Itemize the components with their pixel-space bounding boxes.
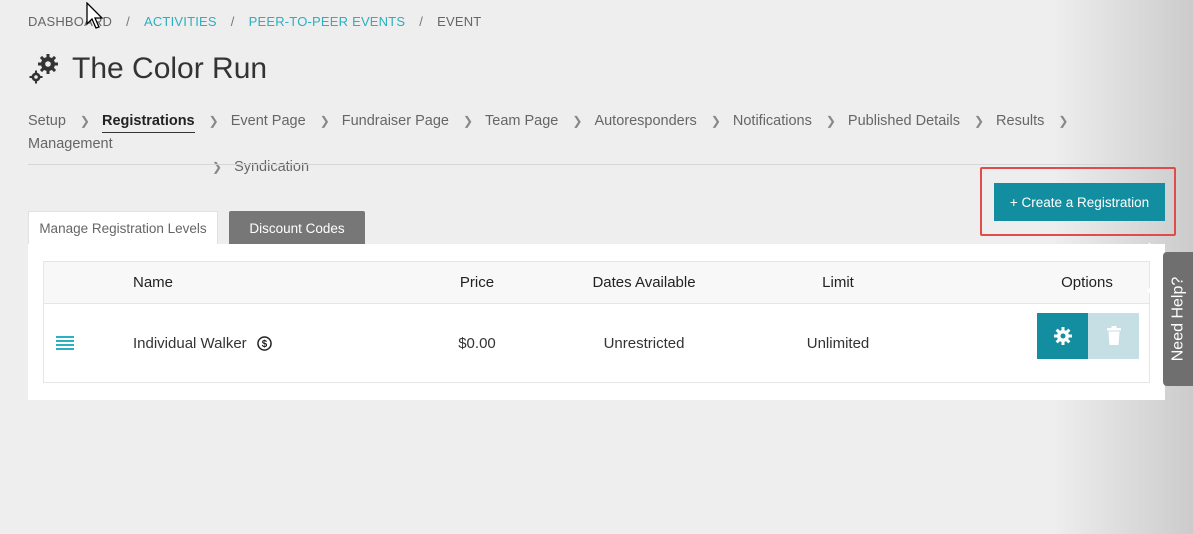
step-team-page[interactable]: Team Page xyxy=(485,110,558,133)
page-header: The Color Run xyxy=(28,52,267,86)
chevron-right-icon: ❯ xyxy=(462,114,474,128)
step-setup[interactable]: Setup xyxy=(28,110,66,133)
need-help-tab[interactable]: Need Help? xyxy=(1163,252,1193,386)
tab-discount-codes[interactable]: Discount Codes xyxy=(229,211,365,245)
header-limit: Limit xyxy=(822,274,854,291)
step-results[interactable]: Results xyxy=(996,110,1044,133)
header-price: Price xyxy=(459,274,495,291)
trash-icon xyxy=(1106,326,1121,345)
chevron-right-icon: ❯ xyxy=(825,114,836,128)
header-name: Name xyxy=(133,274,174,291)
step-navigation: Setup ❯ Registrations ❯ Event Page ❯ Fundraise… xyxy=(28,110,1138,179)
svg-text:$: $ xyxy=(261,339,267,350)
breadcrumb-separator: / xyxy=(126,14,130,29)
gear-icon xyxy=(1053,327,1072,345)
header-dates-available: Dates Available xyxy=(592,274,696,291)
registration-levels-table: Name Price Dates Available Limit Options… xyxy=(43,261,1150,383)
step-published-details[interactable]: Published Details xyxy=(848,110,960,133)
tab-manage-registration-levels[interactable]: Manage Registration Levels xyxy=(28,211,218,245)
step-fundraiser-page[interactable]: Fundraiser Page xyxy=(342,110,449,133)
table-row: Individual Walker $ $0.00 Unrestricted U… xyxy=(44,304,1149,382)
breadcrumb-peer-to-peer-events[interactable]: PEER-TO-PEER EVENTS xyxy=(249,14,406,29)
drag-handle[interactable] xyxy=(56,304,74,382)
breadcrumb-separator: / xyxy=(230,14,235,29)
registration-limit: Unlimited xyxy=(806,334,870,352)
breadcrumb-separator: / xyxy=(419,14,424,29)
registration-price: $0.00 xyxy=(458,334,496,352)
chevron-right-icon: ❯ xyxy=(79,114,90,128)
step-registrations[interactable]: Registrations xyxy=(101,111,195,133)
table-header: Name Price Dates Available Limit Options xyxy=(44,262,1149,304)
breadcrumb-activities[interactable]: ACTIVITIES xyxy=(144,14,217,29)
mouse-cursor-icon xyxy=(86,2,104,29)
registration-dates: Unrestricted xyxy=(603,334,685,352)
page-title: The Color Run xyxy=(72,52,268,85)
create-registration-button[interactable]: + Create a Registration xyxy=(994,183,1165,221)
divider xyxy=(28,164,1165,165)
need-help-label: Need Help? xyxy=(1169,276,1186,362)
dollar-icon: $ xyxy=(256,335,272,351)
registration-levels-panel: Name Price Dates Available Limit Options… xyxy=(28,244,1165,400)
chevron-right-icon: ❯ xyxy=(973,114,985,128)
chevron-right-icon: ❯ xyxy=(572,114,583,128)
gear-icon xyxy=(29,54,58,84)
chevron-right-icon: ❯ xyxy=(710,114,721,128)
step-syndication[interactable]: Syndication xyxy=(234,156,309,179)
step-event-page[interactable]: Event Page xyxy=(231,110,306,133)
drag-handle-icon xyxy=(56,336,74,350)
chevron-right-icon: ❯ xyxy=(319,114,330,128)
row-name-cell: Individual Walker $ xyxy=(133,304,272,382)
settings-button[interactable] xyxy=(1037,313,1088,359)
chevron-right-icon: ❯ xyxy=(212,160,223,174)
step-management[interactable]: Management xyxy=(28,133,113,156)
chevron-right-icon: ❯ xyxy=(1058,114,1069,128)
registration-name: Individual Walker xyxy=(133,334,247,352)
delete-button[interactable] xyxy=(1088,313,1139,359)
breadcrumb-event: EVENT xyxy=(437,14,482,29)
chevron-right-icon: ❯ xyxy=(208,114,219,128)
header-options: Options xyxy=(1061,274,1113,291)
step-notifications[interactable]: Notifications xyxy=(733,110,812,133)
step-autoresponders[interactable]: Autoresponders xyxy=(594,110,696,133)
